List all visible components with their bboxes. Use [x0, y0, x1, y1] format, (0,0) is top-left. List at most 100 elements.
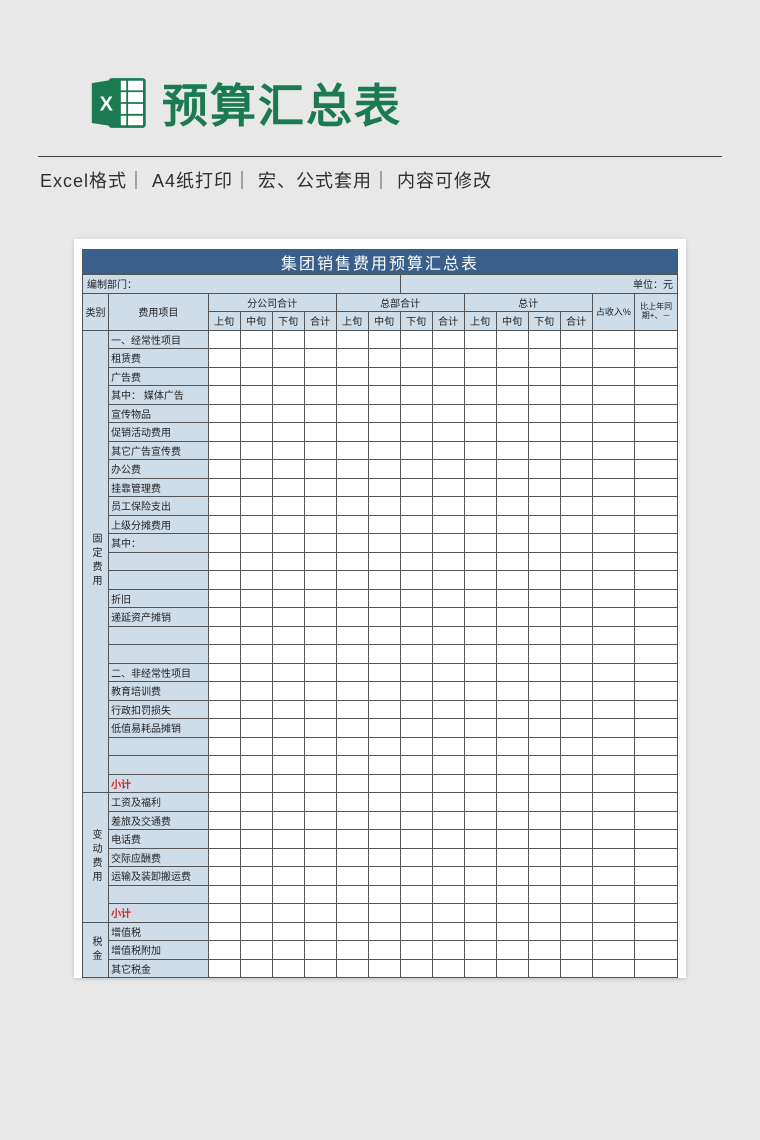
data-cell[interactable] — [368, 478, 400, 497]
data-cell[interactable] — [592, 608, 635, 627]
data-cell[interactable] — [368, 423, 400, 442]
data-cell[interactable] — [432, 811, 464, 830]
data-cell[interactable] — [272, 534, 304, 553]
data-cell[interactable] — [528, 811, 560, 830]
data-cell[interactable] — [496, 534, 528, 553]
data-cell[interactable] — [592, 589, 635, 608]
data-cell[interactable] — [240, 626, 272, 645]
data-cell[interactable] — [304, 404, 336, 423]
data-cell[interactable] — [368, 552, 400, 571]
data-cell[interactable] — [464, 682, 496, 701]
data-cell[interactable] — [304, 811, 336, 830]
data-cell[interactable] — [304, 737, 336, 756]
data-cell[interactable] — [432, 349, 464, 368]
data-cell[interactable] — [432, 904, 464, 923]
data-cell[interactable] — [208, 478, 240, 497]
data-cell[interactable] — [368, 386, 400, 405]
data-cell[interactable] — [635, 663, 678, 682]
data-cell[interactable] — [496, 608, 528, 627]
data-cell[interactable] — [635, 552, 678, 571]
data-cell[interactable] — [560, 515, 592, 534]
data-cell[interactable] — [560, 663, 592, 682]
data-cell[interactable] — [272, 737, 304, 756]
data-cell[interactable] — [528, 719, 560, 738]
data-cell[interactable] — [464, 608, 496, 627]
data-cell[interactable] — [496, 959, 528, 978]
data-cell[interactable] — [635, 830, 678, 849]
data-cell[interactable] — [304, 904, 336, 923]
data-cell[interactable] — [272, 608, 304, 627]
data-cell[interactable] — [592, 367, 635, 386]
data-cell[interactable] — [496, 737, 528, 756]
data-cell[interactable] — [432, 330, 464, 349]
data-cell[interactable] — [635, 460, 678, 479]
data-cell[interactable] — [272, 349, 304, 368]
data-cell[interactable] — [635, 404, 678, 423]
data-cell[interactable] — [400, 552, 432, 571]
data-cell[interactable] — [400, 959, 432, 978]
data-cell[interactable] — [592, 848, 635, 867]
data-cell[interactable] — [496, 515, 528, 534]
data-cell[interactable] — [635, 478, 678, 497]
data-cell[interactable] — [592, 682, 635, 701]
data-cell[interactable] — [208, 404, 240, 423]
data-cell[interactable] — [240, 423, 272, 442]
data-cell[interactable] — [592, 719, 635, 738]
data-cell[interactable] — [496, 756, 528, 775]
data-cell[interactable] — [432, 534, 464, 553]
data-cell[interactable] — [304, 534, 336, 553]
data-cell[interactable] — [400, 515, 432, 534]
data-cell[interactable] — [635, 941, 678, 960]
data-cell[interactable] — [528, 571, 560, 590]
data-cell[interactable] — [400, 645, 432, 664]
data-cell[interactable] — [592, 700, 635, 719]
data-cell[interactable] — [304, 552, 336, 571]
data-cell[interactable] — [304, 330, 336, 349]
data-cell[interactable] — [560, 386, 592, 405]
data-cell[interactable] — [304, 774, 336, 793]
data-cell[interactable] — [464, 571, 496, 590]
data-cell[interactable] — [368, 589, 400, 608]
data-cell[interactable] — [336, 774, 368, 793]
data-cell[interactable] — [432, 497, 464, 516]
data-cell[interactable] — [464, 441, 496, 460]
data-cell[interactable] — [528, 441, 560, 460]
data-cell[interactable] — [400, 349, 432, 368]
data-cell[interactable] — [432, 367, 464, 386]
data-cell[interactable] — [368, 774, 400, 793]
data-cell[interactable] — [208, 460, 240, 479]
data-cell[interactable] — [635, 885, 678, 904]
data-cell[interactable] — [560, 404, 592, 423]
data-cell[interactable] — [208, 515, 240, 534]
data-cell[interactable] — [592, 811, 635, 830]
data-cell[interactable] — [592, 922, 635, 941]
data-cell[interactable] — [496, 404, 528, 423]
data-cell[interactable] — [528, 349, 560, 368]
data-cell[interactable] — [336, 959, 368, 978]
data-cell[interactable] — [208, 885, 240, 904]
data-cell[interactable] — [272, 848, 304, 867]
data-cell[interactable] — [368, 848, 400, 867]
data-cell[interactable] — [336, 626, 368, 645]
data-cell[interactable] — [592, 756, 635, 775]
data-cell[interactable] — [336, 552, 368, 571]
data-cell[interactable] — [272, 571, 304, 590]
data-cell[interactable] — [336, 349, 368, 368]
data-cell[interactable] — [304, 589, 336, 608]
data-cell[interactable] — [272, 441, 304, 460]
data-cell[interactable] — [336, 682, 368, 701]
data-cell[interactable] — [560, 811, 592, 830]
data-cell[interactable] — [208, 423, 240, 442]
data-cell[interactable] — [240, 349, 272, 368]
data-cell[interactable] — [464, 645, 496, 664]
data-cell[interactable] — [240, 441, 272, 460]
data-cell[interactable] — [464, 904, 496, 923]
data-cell[interactable] — [304, 386, 336, 405]
data-cell[interactable] — [368, 515, 400, 534]
data-cell[interactable] — [208, 645, 240, 664]
data-cell[interactable] — [528, 645, 560, 664]
data-cell[interactable] — [304, 941, 336, 960]
data-cell[interactable] — [272, 367, 304, 386]
data-cell[interactable] — [496, 904, 528, 923]
data-cell[interactable] — [400, 941, 432, 960]
